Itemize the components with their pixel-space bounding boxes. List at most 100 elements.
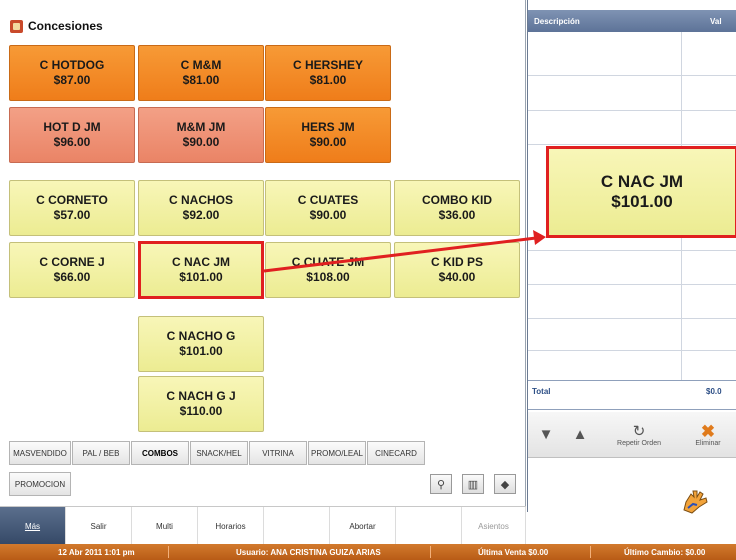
product-tile-c-nacho-g[interactable]: C NACHO G $101.00	[138, 316, 264, 372]
order-row[interactable]	[528, 350, 736, 351]
product-tile-c-hershey[interactable]: C HERSHEY $81.00	[265, 45, 391, 101]
preview-price: $101.00	[611, 192, 673, 211]
product-price: $66.00	[53, 270, 91, 284]
total-label: Total	[532, 387, 551, 396]
product-price: $36.00	[438, 208, 476, 222]
product-name: C NAC JM	[171, 255, 230, 269]
product-name: C HERSHEY	[292, 58, 363, 72]
product-tile-c-cuate-jm[interactable]: C CUATE JM $108.00	[265, 242, 391, 298]
nav-asientos-button[interactable]: Asientos	[462, 507, 526, 545]
product-tile-c-nachos[interactable]: C NACHOS $92.00	[138, 180, 264, 236]
nav-abortar-button[interactable]: Abortar	[330, 507, 396, 545]
nav-horarios-button[interactable]: Horarios	[198, 507, 264, 545]
delete-button[interactable]: ✖ Eliminar	[680, 412, 736, 458]
concessions-icon	[10, 19, 23, 33]
status-datetime: 12 Abr 2011 1:01 pm	[58, 548, 135, 557]
product-name: C NACHO G	[166, 329, 236, 343]
category-tab-pal-beb[interactable]: PAL / BEB	[72, 441, 130, 465]
preview-name: C NAC JM	[600, 172, 684, 191]
product-price: $81.00	[309, 73, 347, 87]
category-tab-promocion[interactable]: PROMOCION	[9, 472, 71, 496]
product-name: C KID PS	[430, 255, 483, 269]
window-title-text: Concesiones	[28, 19, 103, 33]
selected-item-preview: C NAC JM $101.00	[546, 146, 736, 238]
total-value: $0.0	[706, 387, 722, 396]
product-price: $96.00	[53, 135, 91, 149]
category-tab-combos[interactable]: COMBOS	[131, 441, 189, 465]
product-name: C CUATES	[297, 193, 359, 207]
hand-icon[interactable]	[680, 488, 710, 516]
product-tile-combo-kid[interactable]: COMBO KID $36.00	[394, 180, 520, 236]
status-last-change: Último Cambio: $0.00	[624, 548, 706, 557]
product-price: $40.00	[438, 270, 476, 284]
repeat-order-label: Repetir Orden	[617, 439, 661, 447]
status-user: Usuario: ANA CRISTINA GUIZA ARIAS	[236, 548, 381, 557]
product-name: C CORNETO	[36, 193, 108, 207]
product-tile-hot-d-jm[interactable]: HOT D JM $96.00	[9, 107, 135, 163]
total-row: Total $0.0	[528, 380, 736, 410]
col-value: Val	[710, 17, 722, 26]
film-icon[interactable]: ▥	[462, 474, 484, 494]
product-tile-mm-jm[interactable]: M&M JM $90.00	[138, 107, 264, 163]
window-title: Concesiones	[10, 16, 103, 36]
product-name: HERS JM	[301, 120, 355, 134]
nav-salir-button[interactable]: Salir	[66, 507, 132, 545]
order-actions: ▼ ▲ ↻ Repetir Orden ✖ Eliminar	[528, 412, 736, 458]
product-name: COMBO KID	[422, 193, 492, 207]
category-tab-snack-hel[interactable]: SNACK/HEL	[190, 441, 248, 465]
product-price: $110.00	[179, 404, 223, 418]
product-price: $108.00	[306, 270, 350, 284]
product-tile-c-nac-jm[interactable]: C NAC JM $101.00	[138, 242, 264, 298]
order-row[interactable]	[528, 250, 736, 251]
product-name: C NACHOS	[168, 193, 233, 207]
delete-label: Eliminar	[695, 439, 721, 447]
product-name: C NACH G J	[166, 389, 236, 403]
product-tile-c-cuates[interactable]: C CUATES $90.00	[265, 180, 391, 236]
product-tile-c-nach-g-j[interactable]: C NACH G J $110.00	[138, 376, 264, 432]
category-tab-promo-leal[interactable]: PROMO/LEAL	[308, 441, 366, 465]
nav-empty-button-2[interactable]	[396, 507, 462, 545]
product-name: C CORNE J	[39, 255, 105, 269]
product-name: C CUATE JM	[291, 255, 365, 269]
product-price: $57.00	[53, 208, 91, 222]
product-tile-c-mm[interactable]: C M&M $81.00	[138, 45, 264, 101]
down-arrow-icon[interactable]: ▼	[532, 412, 560, 458]
order-row[interactable]	[528, 144, 736, 145]
bottom-nav: Más Salir Multi Horarios Abortar Asiento…	[0, 506, 526, 545]
up-arrow-icon[interactable]: ▲	[566, 412, 594, 458]
order-row[interactable]	[528, 110, 736, 111]
product-name: C M&M	[180, 58, 222, 72]
binoculars-icon[interactable]: ⚲	[430, 474, 452, 494]
order-row[interactable]	[528, 318, 736, 319]
category-tab-vitrina[interactable]: VITRINA	[249, 441, 307, 465]
product-price: $101.00	[179, 344, 223, 358]
cube-icon[interactable]: ◆	[494, 474, 516, 494]
product-tile-hers-jm[interactable]: HERS JM $90.00	[265, 107, 391, 163]
order-row[interactable]	[528, 284, 736, 285]
nav-multi-button[interactable]: Multi	[132, 507, 198, 545]
product-price: $90.00	[182, 135, 220, 149]
product-tile-c-hotdog[interactable]: C HOTDOG $87.00	[9, 45, 135, 101]
product-price: $92.00	[182, 208, 220, 222]
repeat-order-button[interactable]: ↻ Repetir Orden	[604, 412, 674, 458]
product-price: $90.00	[309, 135, 347, 149]
repeat-icon: ↻	[632, 422, 646, 440]
product-price: $90.00	[309, 208, 347, 222]
nav-mas-button[interactable]: Más	[0, 507, 66, 545]
product-tile-c-corne-j[interactable]: C CORNE J $66.00	[9, 242, 135, 298]
nav-empty-button[interactable]	[264, 507, 330, 545]
product-price: $101.00	[179, 270, 223, 284]
category-tab-masvendido[interactable]: MASVENDIDO	[9, 441, 71, 465]
product-price: $81.00	[182, 73, 220, 87]
status-last-sale: Última Venta $0.00	[478, 548, 549, 557]
product-tile-c-corneto[interactable]: C CORNETO $57.00	[9, 180, 135, 236]
order-row[interactable]	[528, 75, 736, 76]
col-description: Descripción	[534, 17, 580, 26]
product-name: HOT D JM	[43, 120, 101, 134]
product-name: M&M JM	[176, 120, 226, 134]
category-tab-cinecard[interactable]: CINECARD	[367, 441, 425, 465]
order-grid-header: Descripción Val	[528, 10, 736, 32]
delete-x-icon: ✖	[700, 421, 716, 441]
product-tile-c-kid-ps[interactable]: C KID PS $40.00	[394, 242, 520, 298]
product-name: C HOTDOG	[39, 58, 105, 72]
